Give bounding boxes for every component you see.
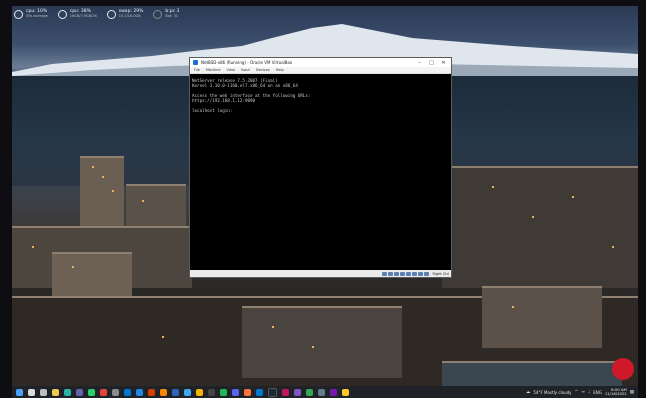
- mail-icon[interactable]: [136, 388, 143, 396]
- cpu-widget: cpu: 10% 30s average: [14, 7, 48, 21]
- menu-view[interactable]: View: [227, 68, 235, 72]
- calculator-icon[interactable]: [318, 388, 325, 396]
- notes-icon[interactable]: [196, 388, 203, 396]
- menu-devices[interactable]: Devices: [256, 68, 270, 72]
- console-prompt[interactable]: localhost login:: [192, 108, 449, 113]
- chevron-up-icon[interactable]: ^: [575, 390, 579, 395]
- paint-icon[interactable]: [282, 388, 289, 396]
- ram-widget: cpu: 38% 16GB/7.9GB/16: [57, 7, 97, 21]
- audio-icon[interactable]: [394, 271, 400, 276]
- taskbar: ☁ 54°F Mostly cloudy ^ ≈ ♩ ENG 8:00 AM 1…: [12, 386, 638, 398]
- discord-icon[interactable]: [232, 388, 239, 396]
- menu-file[interactable]: File: [194, 68, 200, 72]
- close-icon[interactable]: ✕: [439, 60, 448, 66]
- teams-icon[interactable]: [76, 388, 83, 396]
- task-view-icon[interactable]: [40, 388, 47, 396]
- display-icon[interactable]: [418, 271, 424, 276]
- virtualbox-icon: [193, 60, 198, 65]
- search-icon[interactable]: [28, 388, 35, 396]
- weather-text[interactable]: 54°F Mostly cloudy: [533, 390, 571, 395]
- firefox-icon[interactable]: [244, 388, 251, 396]
- settings-icon[interactable]: [112, 388, 119, 396]
- cpu-ring-icon: [14, 9, 23, 19]
- window-title: NetBSD-x86 (Running) - Oracle VM Virtual…: [201, 60, 293, 65]
- harddisk-icon[interactable]: [382, 271, 388, 276]
- code-icon[interactable]: [256, 388, 263, 396]
- maps-icon[interactable]: [306, 388, 313, 396]
- virtualbox-vm-window[interactable]: NetBSD-x86 (Running) - Oracle VM Virtual…: [189, 57, 452, 278]
- ram-ring-icon: [57, 9, 67, 19]
- wifi-icon[interactable]: ≈: [581, 390, 585, 395]
- maximize-icon[interactable]: □: [427, 60, 436, 66]
- menu-machine[interactable]: Machine: [206, 68, 221, 72]
- clock[interactable]: 8:00 AM 11/16/2022: [604, 387, 627, 397]
- onenote-icon[interactable]: [330, 388, 337, 396]
- keyboard-capture-icon[interactable]: [424, 271, 430, 276]
- vm-menubar: File Machine View Input Devices Help: [190, 67, 451, 74]
- optical-drive-icon[interactable]: [388, 271, 394, 276]
- minimize-icon[interactable]: –: [415, 60, 424, 66]
- vlc-icon[interactable]: [160, 388, 167, 396]
- vm-console[interactable]: NetServer release 7.5.2007 (Final) Kernel…: [190, 74, 451, 117]
- widget-sub: 30s average: [26, 14, 48, 18]
- volume-icon[interactable]: ♩: [588, 390, 590, 395]
- battery-ring-icon: [153, 9, 163, 19]
- window-titlebar[interactable]: NetBSD-x86 (Running) - Oracle VM Virtual…: [190, 58, 451, 67]
- virtualbox-taskbar-icon[interactable]: [172, 388, 179, 396]
- folder-icon[interactable]: [342, 388, 349, 396]
- clock-date: 11/16/2022: [604, 391, 627, 396]
- battery-widget: b:pc 3 Bat: 31: [153, 7, 179, 21]
- language-indicator[interactable]: ENG: [593, 390, 602, 395]
- shared-folders-icon[interactable]: [412, 271, 418, 276]
- desktop-red-emblem-icon: [612, 358, 634, 380]
- widget-sub: 15.2/16.0GB: [118, 14, 141, 18]
- system-tray: ☁ 54°F Mostly cloudy ^ ≈ ♩ ENG 8:00 AM 1…: [526, 387, 638, 397]
- chrome-icon[interactable]: [100, 388, 107, 396]
- host-key-label: Right Ctrl: [432, 271, 449, 276]
- menu-help[interactable]: Help: [276, 68, 284, 72]
- whatsapp-icon[interactable]: [88, 388, 95, 396]
- photos-icon[interactable]: [184, 388, 191, 396]
- edge-icon[interactable]: [64, 388, 71, 396]
- store-icon[interactable]: [124, 388, 131, 396]
- office-icon[interactable]: [148, 388, 155, 396]
- widget-sub: Bat: 31: [165, 14, 179, 18]
- explorer-icon[interactable]: [52, 388, 59, 396]
- camera-icon[interactable]: [294, 388, 301, 396]
- menu-input[interactable]: Input: [241, 68, 250, 72]
- weather-icon[interactable]: ☁: [526, 390, 531, 395]
- terminal-icon[interactable]: [208, 388, 215, 396]
- network-icon[interactable]: [400, 271, 406, 276]
- vm-statusbar: Right Ctrl: [190, 270, 451, 277]
- usb-icon[interactable]: [406, 271, 412, 276]
- system-monitor-widgets: cpu: 10% 30s average cpu: 38% 16GB/7.9GB/1…: [14, 7, 179, 21]
- swap-ring-icon: [106, 9, 116, 19]
- swap-widget: swap: 29% 15.2/16.0GB: [106, 7, 143, 21]
- notifications-icon[interactable]: ▩: [630, 390, 634, 395]
- steam-icon[interactable]: [268, 387, 277, 397]
- spotify-icon[interactable]: [220, 388, 227, 396]
- start-icon[interactable]: [16, 388, 23, 396]
- widget-sub: 16GB/7.9GB/16: [69, 14, 97, 18]
